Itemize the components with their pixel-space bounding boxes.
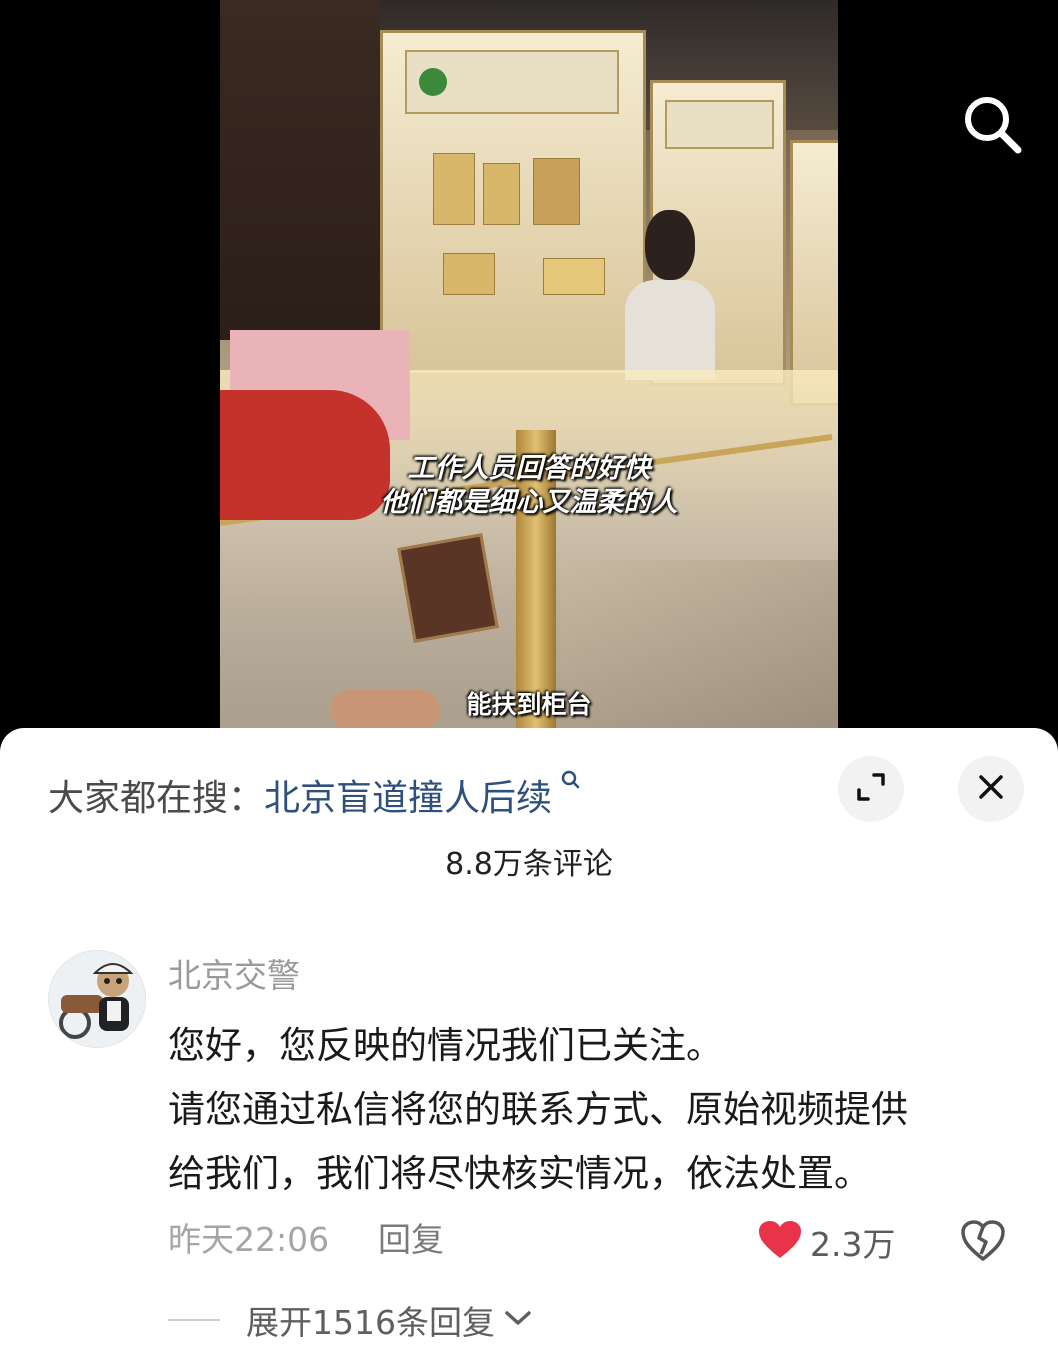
close-button[interactable] — [958, 756, 1024, 822]
caption-line-2: 他们都是细心又温柔的人 — [380, 487, 678, 518]
expand-icon — [855, 771, 887, 807]
hot-search-bar[interactable]: 大家都在搜：北京盲道撞人后续 — [48, 758, 581, 819]
shop-sign — [405, 50, 619, 114]
hot-search-prefix: 大家都在搜： — [48, 778, 265, 819]
shop-doorway — [220, 0, 380, 340]
comment-timestamp: 昨天22:06 — [168, 1220, 330, 1259]
divider — [168, 1319, 220, 1321]
expand-button[interactable] — [838, 756, 904, 822]
expand-replies-button[interactable]: 展开1516条回复 — [168, 1294, 533, 1346]
avatar[interactable] — [48, 950, 146, 1048]
close-icon — [977, 773, 1005, 805]
video-caption: 工作人员回答的好快 他们都是细心又温柔的人 — [220, 452, 838, 520]
comment-line: 您好，您反映的情况我们已关注。 — [168, 1024, 723, 1067]
shop-sign — [665, 100, 774, 149]
heart-icon — [758, 1220, 802, 1264]
shop-staff — [615, 210, 725, 380]
search-icon — [554, 770, 581, 800]
comment-text: 您好，您反映的情况我们已关注。 请您通过私信将您的联系方式、原始视频提供 给我们… — [168, 1014, 1018, 1206]
hot-search-query[interactable]: 北京盲道撞人后续 — [264, 778, 552, 819]
gift-box — [397, 533, 499, 643]
display-shelf — [790, 140, 838, 406]
comment-count: 8.8万条评论 — [445, 847, 613, 882]
comment-sheet: 大家都在搜：北京盲道撞人后续 8.8万条评论 北京交警 您好，您反映的情况我们已… — [0, 728, 1058, 1364]
caption-line-1: 工作人员回答的好快 — [407, 453, 651, 484]
video-player[interactable]: 工作人员回答的好快 他们都是细心又温柔的人 能扶到柜台 — [0, 0, 1058, 760]
expand-replies-label: 展开1516条回复 — [246, 1303, 495, 1342]
comment-line: 请您通过私信将您的联系方式、原始视频提供 — [168, 1088, 908, 1131]
chevron-down-icon — [503, 1308, 533, 1332]
comment-line: 给我们，我们将尽快核实情况，依法处置。 — [168, 1152, 871, 1195]
like-count: 2.3万 — [810, 1225, 896, 1264]
like-button[interactable]: 2.3万 — [758, 1216, 895, 1268]
search-icon[interactable] — [958, 90, 1026, 158]
reply-button[interactable]: 回复 — [378, 1214, 444, 1266]
broken-heart-icon[interactable] — [960, 1218, 1006, 1264]
comment-author[interactable]: 北京交警 — [168, 952, 300, 1000]
video-caption-bottom: 能扶到柜台 — [466, 690, 592, 719]
video-frame[interactable]: 工作人员回答的好快 他们都是细心又温柔的人 能扶到柜台 — [220, 0, 838, 760]
